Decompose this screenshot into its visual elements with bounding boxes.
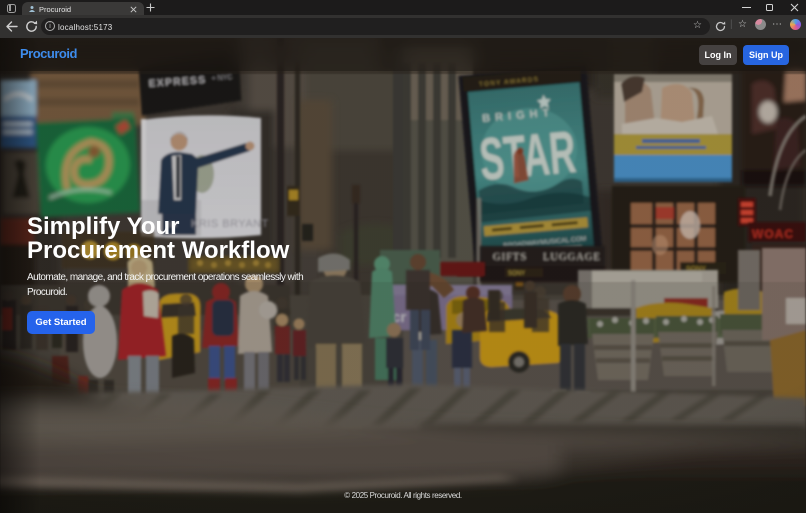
svg-text:WOAC: WOAC (752, 227, 794, 241)
svg-text:GIFTS: GIFTS (493, 252, 527, 263)
svg-text:SONY: SONY (508, 271, 525, 277)
svg-text:+ NYC: + NYC (211, 74, 232, 82)
svg-text:LUGGAGE: LUGGAGE (543, 252, 601, 263)
